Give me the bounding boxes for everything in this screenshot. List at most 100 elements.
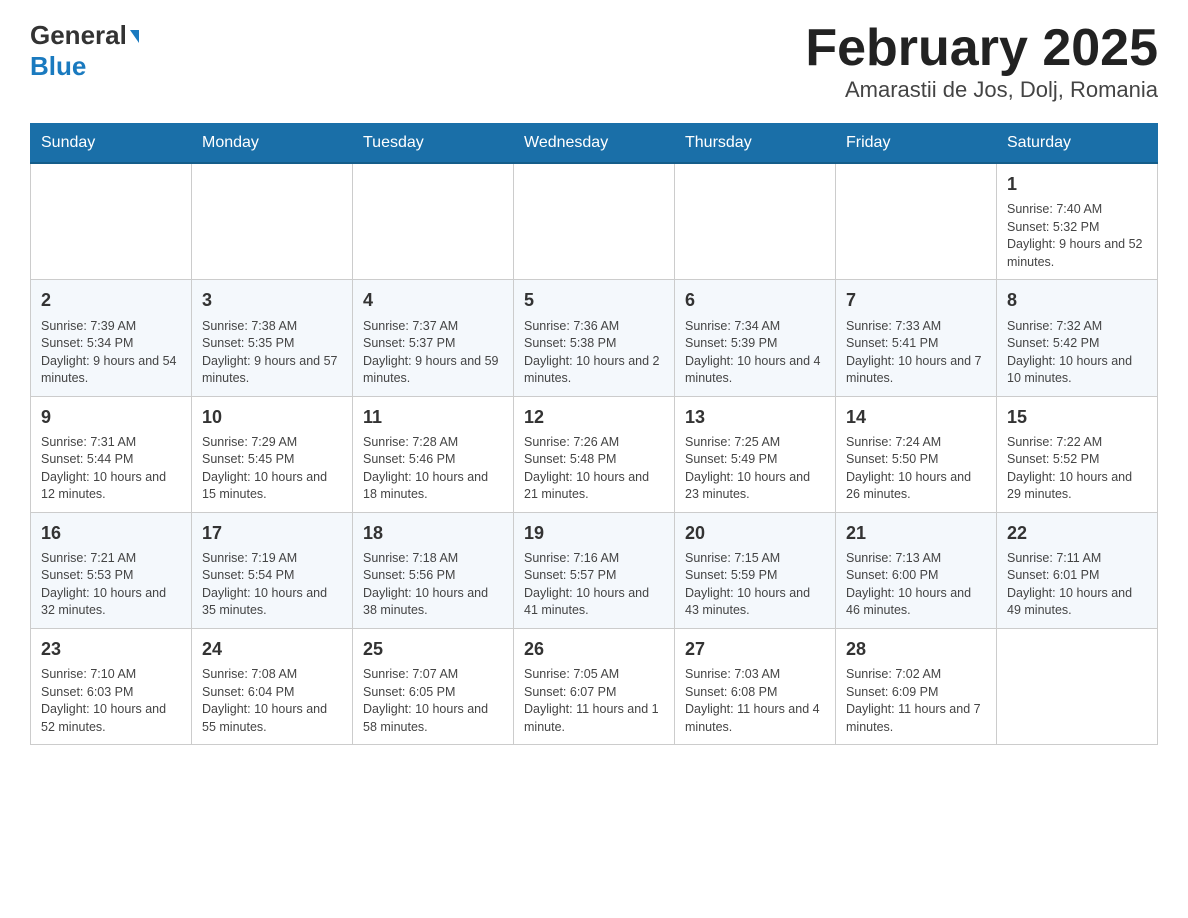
day-number: 28	[846, 637, 986, 662]
calendar-cell: 5 Sunrise: 7:36 AMSunset: 5:38 PMDaylight…	[514, 280, 675, 396]
day-info: Sunrise: 7:05 AMSunset: 6:07 PMDaylight:…	[524, 666, 664, 736]
day-info: Sunrise: 7:08 AMSunset: 6:04 PMDaylight:…	[202, 666, 342, 736]
calendar-cell: 20 Sunrise: 7:15 AMSunset: 5:59 PMDayligh…	[675, 512, 836, 628]
day-number: 12	[524, 405, 664, 430]
day-info: Sunrise: 7:07 AMSunset: 6:05 PMDaylight:…	[363, 666, 503, 736]
calendar-cell: 24 Sunrise: 7:08 AMSunset: 6:04 PMDayligh…	[192, 628, 353, 744]
day-info: Sunrise: 7:19 AMSunset: 5:54 PMDaylight:…	[202, 550, 342, 620]
day-number: 21	[846, 521, 986, 546]
day-number: 4	[363, 288, 503, 313]
day-number: 6	[685, 288, 825, 313]
day-number: 11	[363, 405, 503, 430]
day-info: Sunrise: 7:15 AMSunset: 5:59 PMDaylight:…	[685, 550, 825, 620]
calendar-cell: 26 Sunrise: 7:05 AMSunset: 6:07 PMDayligh…	[514, 628, 675, 744]
day-info: Sunrise: 7:34 AMSunset: 5:39 PMDaylight:…	[685, 318, 825, 388]
calendar-cell: 23 Sunrise: 7:10 AMSunset: 6:03 PMDayligh…	[31, 628, 192, 744]
day-number: 1	[1007, 172, 1147, 197]
week-row-1: 1 Sunrise: 7:40 AMSunset: 5:32 PMDaylight…	[31, 163, 1158, 280]
calendar-cell: 9 Sunrise: 7:31 AMSunset: 5:44 PMDaylight…	[31, 396, 192, 512]
day-info: Sunrise: 7:21 AMSunset: 5:53 PMDaylight:…	[41, 550, 181, 620]
calendar-cell: 8 Sunrise: 7:32 AMSunset: 5:42 PMDaylight…	[997, 280, 1158, 396]
day-number: 19	[524, 521, 664, 546]
calendar-title: February 2025	[805, 20, 1158, 77]
day-header-thursday: Thursday	[675, 124, 836, 164]
calendar-subtitle: Amarastii de Jos, Dolj, Romania	[805, 77, 1158, 103]
day-number: 15	[1007, 405, 1147, 430]
title-block: February 2025 Amarastii de Jos, Dolj, Ro…	[805, 20, 1158, 103]
calendar-cell: 7 Sunrise: 7:33 AMSunset: 5:41 PMDaylight…	[836, 280, 997, 396]
week-row-2: 2 Sunrise: 7:39 AMSunset: 5:34 PMDaylight…	[31, 280, 1158, 396]
calendar-cell: 28 Sunrise: 7:02 AMSunset: 6:09 PMDayligh…	[836, 628, 997, 744]
day-info: Sunrise: 7:37 AMSunset: 5:37 PMDaylight:…	[363, 318, 503, 388]
day-info: Sunrise: 7:31 AMSunset: 5:44 PMDaylight:…	[41, 434, 181, 504]
day-header-sunday: Sunday	[31, 124, 192, 164]
day-number: 8	[1007, 288, 1147, 313]
calendar-cell: 11Sunrise: 7:28 AMSunset: 5:46 PMDayligh…	[353, 396, 514, 512]
calendar-cell: 13 Sunrise: 7:25 AMSunset: 5:49 PMDayligh…	[675, 396, 836, 512]
day-info: Sunrise: 7:40 AMSunset: 5:32 PMDaylight:…	[1007, 201, 1147, 271]
calendar-cell: 18 Sunrise: 7:18 AMSunset: 5:56 PMDayligh…	[353, 512, 514, 628]
day-number: 26	[524, 637, 664, 662]
day-info: Sunrise: 7:38 AMSunset: 5:35 PMDaylight:…	[202, 318, 342, 388]
day-number: 24	[202, 637, 342, 662]
day-info: Sunrise: 7:16 AMSunset: 5:57 PMDaylight:…	[524, 550, 664, 620]
day-header-saturday: Saturday	[997, 124, 1158, 164]
day-header-monday: Monday	[192, 124, 353, 164]
calendar-cell: 6 Sunrise: 7:34 AMSunset: 5:39 PMDaylight…	[675, 280, 836, 396]
day-number: 23	[41, 637, 181, 662]
day-info: Sunrise: 7:29 AMSunset: 5:45 PMDaylight:…	[202, 434, 342, 504]
day-info: Sunrise: 7:10 AMSunset: 6:03 PMDaylight:…	[41, 666, 181, 736]
calendar-cell: 22 Sunrise: 7:11 AMSunset: 6:01 PMDayligh…	[997, 512, 1158, 628]
day-header-tuesday: Tuesday	[353, 124, 514, 164]
calendar-cell: 4 Sunrise: 7:37 AMSunset: 5:37 PMDaylight…	[353, 280, 514, 396]
logo: General Blue	[30, 20, 139, 82]
day-number: 13	[685, 405, 825, 430]
calendar-table: SundayMondayTuesdayWednesdayThursdayFrid…	[30, 123, 1158, 745]
calendar-cell	[675, 163, 836, 280]
calendar-cell: 16Sunrise: 7:21 AMSunset: 5:53 PMDayligh…	[31, 512, 192, 628]
day-number: 2	[41, 288, 181, 313]
calendar-cell: 1 Sunrise: 7:40 AMSunset: 5:32 PMDaylight…	[997, 163, 1158, 280]
calendar-cell	[31, 163, 192, 280]
day-info: Sunrise: 7:02 AMSunset: 6:09 PMDaylight:…	[846, 666, 986, 736]
page-header: General Blue February 2025 Amarastii de …	[30, 20, 1158, 103]
day-header-wednesday: Wednesday	[514, 124, 675, 164]
day-info: Sunrise: 7:03 AMSunset: 6:08 PMDaylight:…	[685, 666, 825, 736]
calendar-cell	[997, 628, 1158, 744]
day-number: 5	[524, 288, 664, 313]
day-number: 9	[41, 405, 181, 430]
day-number: 14	[846, 405, 986, 430]
day-info: Sunrise: 7:13 AMSunset: 6:00 PMDaylight:…	[846, 550, 986, 620]
calendar-cell: 3Sunrise: 7:38 AMSunset: 5:35 PMDaylight…	[192, 280, 353, 396]
logo-triangle-icon	[130, 30, 139, 43]
logo-blue-text: Blue	[30, 51, 86, 81]
calendar-cell	[353, 163, 514, 280]
calendar-cell: 10Sunrise: 7:29 AMSunset: 5:45 PMDayligh…	[192, 396, 353, 512]
day-info: Sunrise: 7:11 AMSunset: 6:01 PMDaylight:…	[1007, 550, 1147, 620]
calendar-cell	[514, 163, 675, 280]
day-number: 7	[846, 288, 986, 313]
week-row-4: 16Sunrise: 7:21 AMSunset: 5:53 PMDayligh…	[31, 512, 1158, 628]
logo-general-text: General	[30, 20, 127, 51]
day-info: Sunrise: 7:22 AMSunset: 5:52 PMDaylight:…	[1007, 434, 1147, 504]
day-header-friday: Friday	[836, 124, 997, 164]
day-info: Sunrise: 7:26 AMSunset: 5:48 PMDaylight:…	[524, 434, 664, 504]
day-info: Sunrise: 7:18 AMSunset: 5:56 PMDaylight:…	[363, 550, 503, 620]
day-info: Sunrise: 7:24 AMSunset: 5:50 PMDaylight:…	[846, 434, 986, 504]
day-number: 27	[685, 637, 825, 662]
day-info: Sunrise: 7:39 AMSunset: 5:34 PMDaylight:…	[41, 318, 181, 388]
day-number: 25	[363, 637, 503, 662]
week-row-5: 23 Sunrise: 7:10 AMSunset: 6:03 PMDayligh…	[31, 628, 1158, 744]
day-number: 22	[1007, 521, 1147, 546]
calendar-cell: 2 Sunrise: 7:39 AMSunset: 5:34 PMDaylight…	[31, 280, 192, 396]
calendar-cell: 19 Sunrise: 7:16 AMSunset: 5:57 PMDayligh…	[514, 512, 675, 628]
calendar-cell: 15 Sunrise: 7:22 AMSunset: 5:52 PMDayligh…	[997, 396, 1158, 512]
day-info: Sunrise: 7:33 AMSunset: 5:41 PMDaylight:…	[846, 318, 986, 388]
day-info: Sunrise: 7:32 AMSunset: 5:42 PMDaylight:…	[1007, 318, 1147, 388]
day-number: 18	[363, 521, 503, 546]
day-info: Sunrise: 7:36 AMSunset: 5:38 PMDaylight:…	[524, 318, 664, 388]
day-info: Sunrise: 7:25 AMSunset: 5:49 PMDaylight:…	[685, 434, 825, 504]
calendar-cell: 21 Sunrise: 7:13 AMSunset: 6:00 PMDayligh…	[836, 512, 997, 628]
calendar-cell: 25 Sunrise: 7:07 AMSunset: 6:05 PMDayligh…	[353, 628, 514, 744]
day-number: 20	[685, 521, 825, 546]
